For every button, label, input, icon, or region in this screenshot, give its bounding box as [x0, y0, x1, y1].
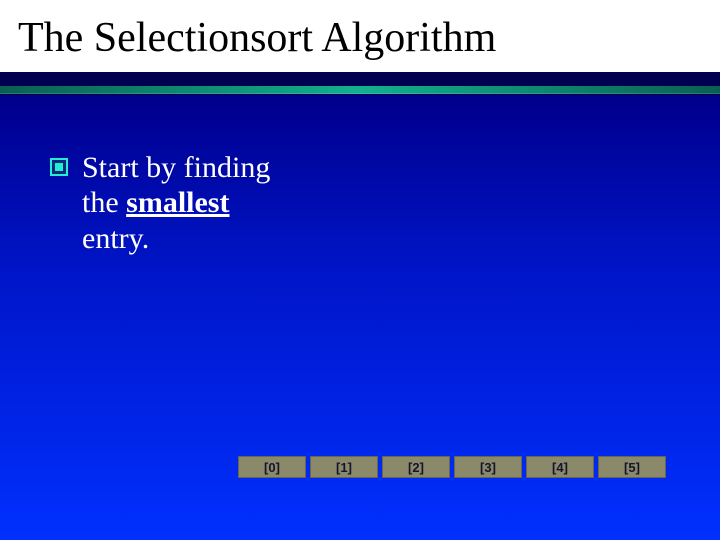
array-index-3: [3]	[454, 456, 522, 478]
content-area: Start by finding the smallest entry.	[50, 150, 680, 256]
title-area: The Selectionsort Algorithm	[0, 0, 720, 72]
array-index-1: [1]	[310, 456, 378, 478]
array-index-2: [2]	[382, 456, 450, 478]
bullet-text-emph: smallest	[126, 186, 229, 219]
array-index-5: [5]	[598, 456, 666, 478]
array-index-4: [4]	[526, 456, 594, 478]
array-index-row: [0] [1] [2] [3] [4] [5]	[238, 456, 666, 478]
bullet-text: Start by finding the smallest entry.	[82, 150, 302, 256]
slide-title: The Selectionsort Algorithm	[18, 14, 720, 62]
bullet-icon	[50, 158, 68, 176]
bullet-text-post: entry.	[82, 222, 149, 255]
slide: The Selectionsort Algorithm Start by fin…	[0, 0, 720, 540]
array-index-0: [0]	[238, 456, 306, 478]
divider	[0, 72, 720, 94]
bullet-item: Start by finding the smallest entry.	[50, 150, 680, 256]
